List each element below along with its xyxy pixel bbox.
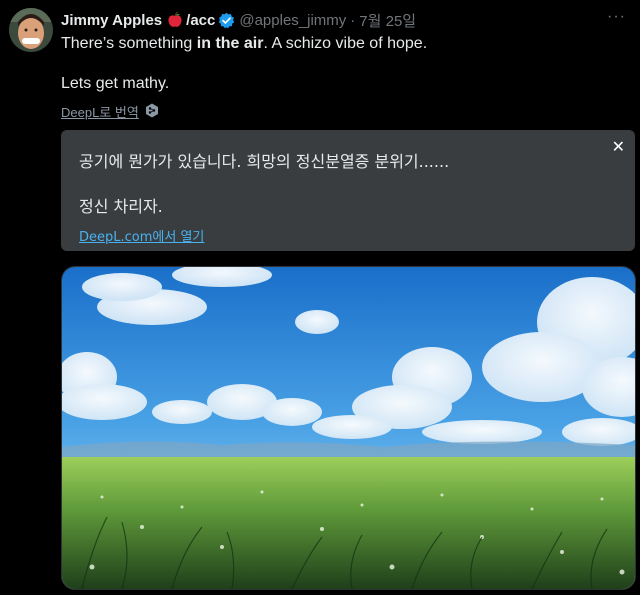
avatar[interactable] bbox=[9, 8, 53, 52]
open-in-deepl-link[interactable]: DeepL.com에서 열기 bbox=[79, 226, 204, 245]
author-handle[interactable]: @apples_jimmy bbox=[239, 12, 346, 29]
tweet-line-1-bold: in the air bbox=[196, 35, 264, 52]
translation-line-2: 정신 차리자. bbox=[79, 197, 163, 216]
tweet-date[interactable]: 7월 25일 bbox=[359, 10, 416, 31]
translation-line-1: 공기에 뭔가가 있습니다. 희망의 정신분열증 분위기...... bbox=[79, 152, 450, 171]
tweet-line-1: There’s something in the air. A schizo v… bbox=[61, 34, 427, 54]
close-icon[interactable]: ✕ bbox=[612, 137, 625, 157]
tweet-image[interactable] bbox=[61, 266, 636, 590]
verified-badge-icon bbox=[218, 12, 235, 29]
translate-link-label[interactable]: DeepL로 번역 bbox=[61, 102, 139, 121]
more-icon[interactable]: ··· bbox=[607, 8, 626, 26]
deepl-icon bbox=[145, 103, 159, 121]
tweet-line-1-pre: There’s something bbox=[61, 35, 197, 52]
meadow-sky-image bbox=[62, 267, 635, 589]
apple-icon bbox=[166, 11, 184, 29]
translate-link[interactable]: DeepL로 번역 bbox=[61, 102, 159, 121]
tweet-header: Jimmy Apples /acc @apples_jimmy · 7월 25일 bbox=[61, 9, 620, 31]
translation-panel: ✕ 공기에 뭔가가 있습니다. 희망의 정신분열증 분위기...... 정신 차… bbox=[61, 130, 635, 251]
tweet-line-1-post: . A schizo vibe of hope. bbox=[263, 35, 428, 52]
tweet-text: There’s something in the air. A schizo v… bbox=[61, 34, 427, 94]
separator-dot: · bbox=[350, 11, 356, 29]
author-suffix[interactable]: /acc bbox=[186, 12, 215, 29]
tweet-line-2: Lets get mathy. bbox=[61, 75, 170, 92]
author-display-name[interactable]: Jimmy Apples bbox=[61, 12, 162, 29]
